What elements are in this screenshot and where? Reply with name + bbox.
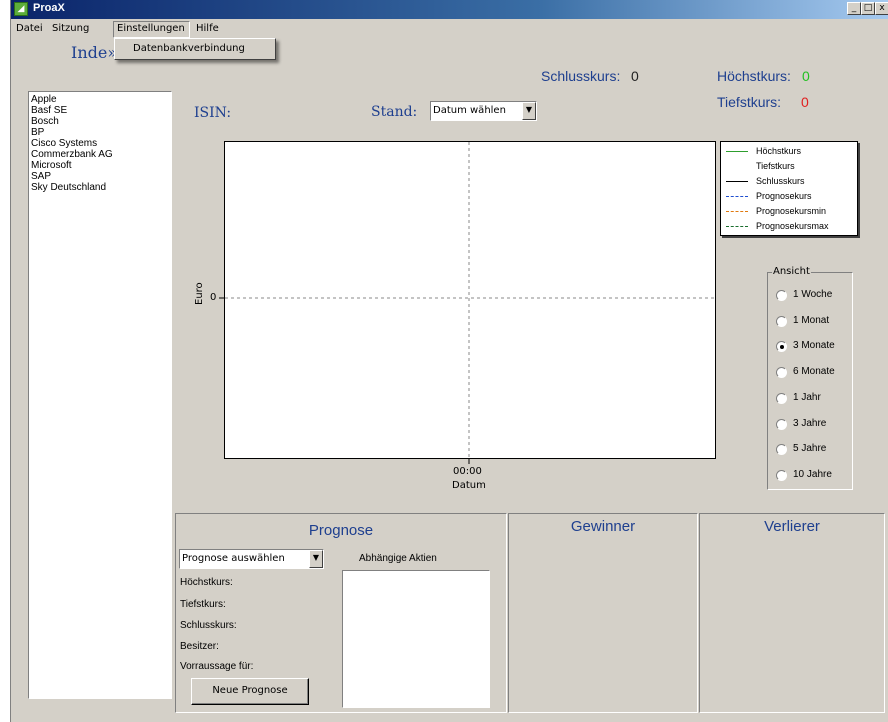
company-list[interactable]: Apple Basf SE Bosch BP Cisco Systems Com… <box>28 91 172 699</box>
chevron-down-icon[interactable]: ▼ <box>309 550 323 568</box>
verlierer-panel: Verlierer <box>699 513 885 713</box>
tiefstkurs-value: 0 <box>801 94 809 110</box>
menu-datenbankverbindung[interactable]: Datenbankverbindung <box>133 43 245 54</box>
stand-label: Stand: <box>371 104 418 120</box>
list-item[interactable]: Sky Deutschland <box>31 182 106 194</box>
title-bar: ◢ ProaX _ □ x <box>11 0 888 19</box>
abhaengige-aktien-label: Abhängige Aktien <box>359 553 437 564</box>
neue-prognose-button[interactable]: Neue Prognose <box>191 678 309 705</box>
close-button[interactable]: x <box>875 2 888 15</box>
verlierer-title: Verlierer <box>764 518 820 535</box>
window-title: ProaX <box>33 2 65 14</box>
price-chart <box>224 141 716 459</box>
isin-label: ISIN: <box>194 105 232 121</box>
date-select[interactable]: Datum wählen ▼ <box>430 101 537 121</box>
hoechstkurs-label: Höchstkurs: <box>717 68 791 84</box>
hoechstkurs-value: 0 <box>802 68 810 84</box>
prognose-title: Prognose <box>308 522 374 539</box>
y-axis-label: Euro <box>194 282 205 305</box>
menu-sitzung[interactable]: Sitzung <box>49 21 92 38</box>
y-tick-label: 0 <box>210 292 217 303</box>
menu-bar: Datei Sitzung Einstellungen Hilfe <box>11 19 888 39</box>
schlusskurs-value: 0 <box>631 68 639 84</box>
app-logo-icon: ◢ <box>14 2 28 16</box>
prognose-besitzer-label: Besitzer: <box>180 641 219 652</box>
prognose-panel: Prognose Prognose auswählen ▼ Abhängige … <box>175 513 507 713</box>
chevron-down-icon[interactable]: ▼ <box>522 102 536 120</box>
ansicht-title: Ansicht <box>772 266 811 277</box>
schlusskurs-label: Schlusskurs: <box>541 68 621 84</box>
gewinner-title: Gewinner <box>570 518 636 535</box>
prognose-schlusskurs-label: Schlusskurs: <box>180 620 237 631</box>
prognose-hoechstkurs-label: Höchstkurs: <box>180 577 233 588</box>
prognose-select-value: Prognose auswählen <box>182 553 285 564</box>
abhaengige-aktien-list[interactable] <box>342 570 490 708</box>
gewinner-panel: Gewinner <box>508 513 698 713</box>
app-window: ◢ ProaX _ □ x Datei Sitzung Einstellunge… <box>10 0 888 722</box>
minimize-button[interactable]: _ <box>847 2 861 15</box>
ansicht-groupbox: Ansicht 1 Woche 1 Monat 3 Monate 6 Monat… <box>767 266 853 490</box>
x-tick-label: 00:00 <box>453 466 482 477</box>
prognose-select[interactable]: Prognose auswählen ▼ <box>179 549 324 569</box>
index-label: Inde» <box>71 43 118 62</box>
chart-legend: Höchstkurs Tiefstkurs Schlusskurs Progno… <box>720 141 858 236</box>
menu-hilfe[interactable]: Hilfe <box>193 21 222 38</box>
maximize-button[interactable]: □ <box>861 2 875 15</box>
date-select-value: Datum wählen <box>433 105 506 116</box>
menu-einstellungen[interactable]: Einstellungen <box>113 21 190 38</box>
prognose-vorraussage-label: Vorraussage für: <box>180 661 254 672</box>
prognose-tiefstkurs-label: Tiefstkurs: <box>180 599 226 610</box>
x-axis-label: Datum <box>452 480 486 491</box>
tiefstkurs-label: Tiefstkurs: <box>717 94 782 110</box>
einstellungen-dropdown: Datenbankverbindung <box>114 38 276 60</box>
menu-datei[interactable]: Datei <box>13 21 46 38</box>
